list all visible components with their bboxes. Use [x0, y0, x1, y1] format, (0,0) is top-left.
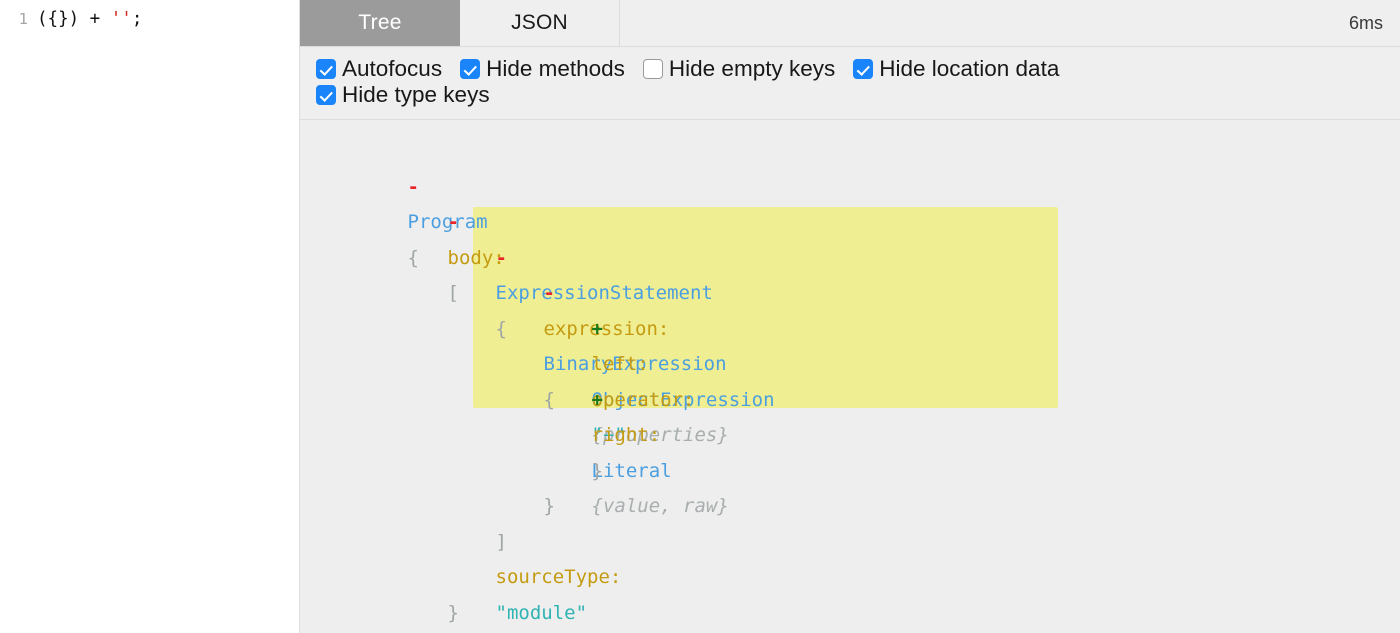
code-string-literal: '': [110, 9, 132, 29]
tree-colon: :: [609, 566, 622, 588]
options-row-1: Autofocus Hide methods Hide empty keys H…: [316, 56, 1388, 82]
output-tabbar: Tree JSON 6ms: [300, 0, 1400, 47]
tab-json[interactable]: JSON: [460, 0, 620, 46]
toggle-placeholder-icon: ·: [496, 525, 513, 561]
tree-close-expression-statement: · }: [300, 418, 1400, 517]
tree-brace: }: [543, 495, 555, 517]
tree-colon: :: [637, 353, 649, 375]
option-hide-methods-label: Hide methods: [486, 56, 625, 81]
tree-close-binary-expression: · }: [300, 383, 1400, 482]
checkbox-hide-methods-icon[interactable]: [460, 59, 481, 79]
tree-node-value: "module": [495, 601, 588, 624]
tree-options: Autofocus Hide methods Hide empty keys H…: [300, 47, 1400, 120]
tree-bracket: [: [447, 282, 459, 304]
checkbox-hide-empty-keys-icon[interactable]: [642, 59, 663, 79]
tree-colon: :: [648, 424, 661, 446]
expand-toggle-icon[interactable]: +: [592, 383, 609, 419]
option-autofocus-label: Autofocus: [342, 56, 443, 81]
option-hide-type-keys[interactable]: Hide type keys: [316, 82, 490, 108]
code-line-1[interactable]: 1 ({}) + '';: [0, 0, 299, 30]
tree-node-source-type[interactable]: · sourceType: "module": [300, 489, 1400, 624]
collapse-toggle-icon[interactable]: -: [448, 205, 465, 241]
tree-node-operator[interactable]: · operator: "+": [300, 312, 1400, 447]
tree-brace: }: [447, 601, 459, 624]
tree-node-program[interactable]: - Program {: [300, 134, 1400, 269]
ast-tree: - Program { - body: [ - ExpressionStatem…: [300, 120, 1400, 633]
code-semicolon: ;: [131, 9, 143, 29]
toggle-placeholder-icon: ·: [448, 560, 465, 596]
tree-brace: }: [591, 459, 603, 482]
toggle-placeholder-icon: ·: [592, 347, 609, 383]
tree-node-type[interactable]: Literal: [592, 460, 672, 482]
option-hide-type-keys-label: Hide type keys: [342, 82, 490, 107]
ast-output-pane: Tree JSON 6ms Autofocus Hide methods Hid…: [300, 0, 1400, 633]
options-row-2: Hide type keys: [316, 82, 1388, 108]
option-hide-location-data-label: Hide location data: [879, 56, 1060, 81]
tree-node-left[interactable]: + left: ObjectExpression {properties}: [300, 276, 1400, 447]
expand-toggle-icon[interactable]: +: [592, 312, 609, 348]
tree-close-body: · ]: [300, 454, 1400, 553]
collapse-toggle-icon[interactable]: -: [408, 170, 425, 206]
tree-node-preview-keys: {value, raw}: [591, 495, 729, 517]
code-expression: ({}) +: [37, 9, 111, 29]
parse-timing: 6ms: [1348, 12, 1383, 33]
tree-brace: {: [543, 388, 555, 411]
code-editor-pane[interactable]: 1 ({}) + '';: [0, 0, 300, 633]
tree-brace: {: [495, 317, 507, 340]
tree-node-type[interactable]: ExpressionStatement: [496, 282, 713, 304]
tree-node-right[interactable]: + right: Literal {value, raw}: [300, 347, 1400, 518]
tree-close-program: · }: [300, 525, 1400, 624]
collapse-toggle-icon[interactable]: -: [544, 276, 561, 312]
tree-node-key[interactable]: sourceType: [496, 566, 610, 588]
line-number: 1: [18, 10, 28, 28]
checkbox-hide-location-data-icon[interactable]: [853, 59, 874, 79]
toggle-placeholder-icon: ·: [496, 489, 513, 525]
option-hide-empty-keys[interactable]: Hide empty keys: [642, 56, 836, 82]
option-hide-location-data[interactable]: Hide location data: [853, 56, 1059, 82]
tree-node-body[interactable]: - body: [: [300, 170, 1400, 304]
tabbar-spacer: 6ms: [620, 0, 1400, 46]
option-autofocus[interactable]: Autofocus: [316, 56, 442, 82]
ast-explorer-app: 1 ({}) + ''; Tree JSON 6ms Autofocus Hid…: [0, 0, 1400, 633]
collapse-toggle-icon[interactable]: -: [496, 241, 513, 277]
toggle-placeholder-icon: ·: [592, 418, 609, 454]
tree-brace: {: [407, 246, 419, 269]
tree-node-key[interactable]: body: [448, 247, 494, 269]
option-hide-methods[interactable]: Hide methods: [460, 56, 625, 82]
toggle-placeholder-icon: ·: [544, 454, 561, 490]
tree-colon: :: [683, 388, 695, 411]
checkbox-autofocus-icon[interactable]: [316, 59, 336, 79]
tree-colon: :: [657, 317, 670, 340]
option-hide-empty-keys-label: Hide empty keys: [668, 56, 836, 81]
tab-tree[interactable]: Tree: [300, 0, 460, 46]
checkbox-hide-type-keys-icon[interactable]: [316, 85, 336, 105]
code-text[interactable]: ({}) + '';: [37, 9, 142, 30]
